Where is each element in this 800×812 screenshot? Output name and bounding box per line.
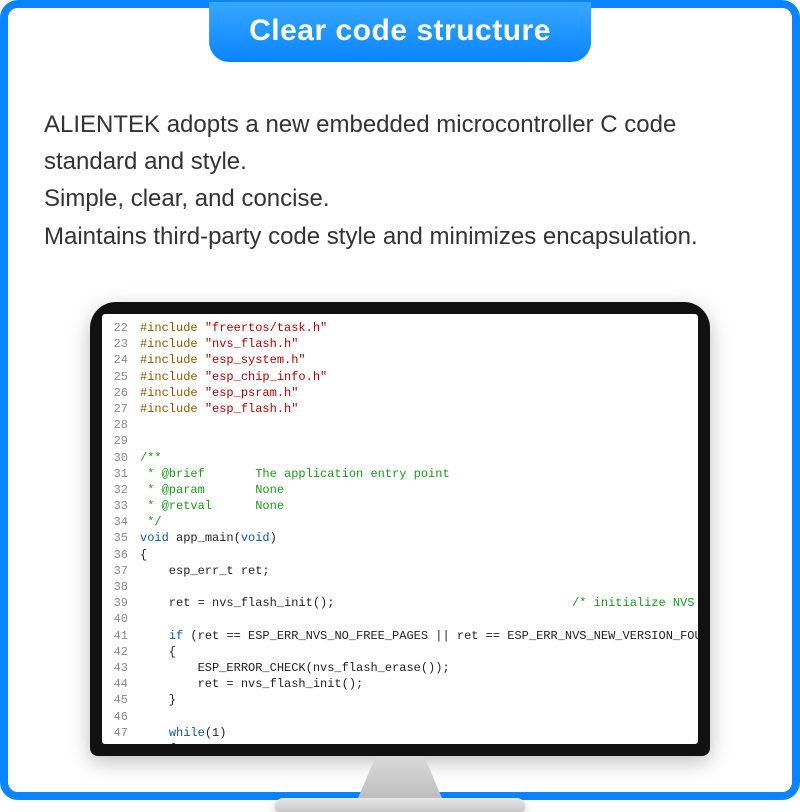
code-content: #include "freertos/task.h"#include "nvs_… [140,320,694,744]
section-title: Clear code structure [209,2,591,62]
monitor-base [275,798,525,812]
card-frame: Clear code structure ALIENTEK adopts a n… [0,0,800,800]
monitor-illustration: 2223242526272829303132333435363738394041… [90,302,710,812]
monitor-bezel: 2223242526272829303132333435363738394041… [90,302,710,756]
code-line-numbers: 2223242526272829303132333435363738394041… [102,320,134,744]
code-screen: 2223242526272829303132333435363738394041… [102,314,698,744]
monitor-stand [340,756,460,798]
section-description: ALIENTEK adopts a new embedded microcont… [44,106,756,255]
